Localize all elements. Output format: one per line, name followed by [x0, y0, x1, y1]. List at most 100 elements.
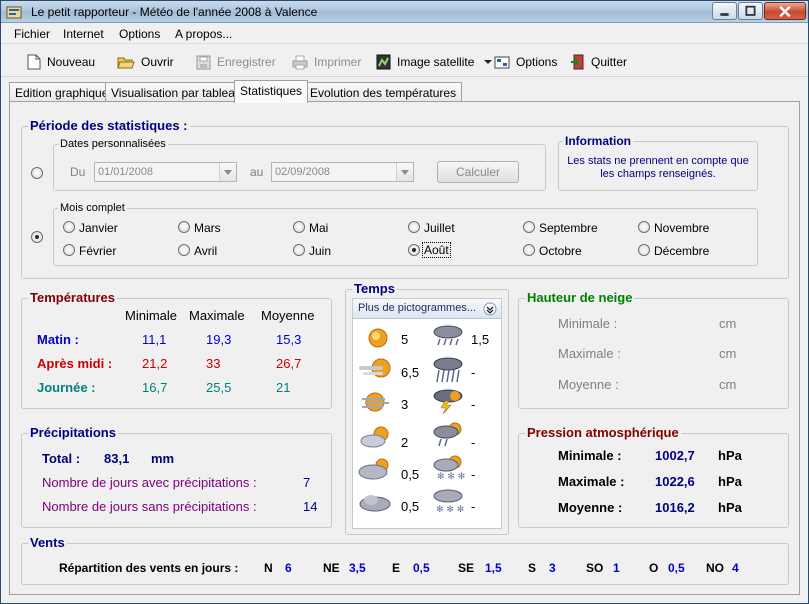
temps-value-sun-haze: 6,5: [401, 365, 420, 380]
maximize-button[interactable]: [738, 2, 763, 20]
month-label-avril: Avril: [194, 244, 218, 258]
options-label: Options: [516, 55, 558, 69]
tab-visualisation-tableau[interactable]: Visualisation par tableau: [105, 82, 248, 102]
neige-moy-unit: cm: [719, 377, 737, 392]
chevron-down-icon[interactable]: [219, 163, 236, 181]
quitter-button[interactable]: Quitter: [570, 52, 627, 72]
month-radio-fevrier[interactable]: [63, 244, 75, 256]
calculer-button[interactable]: Calculer: [437, 161, 519, 183]
menu-internet[interactable]: Internet: [63, 27, 104, 41]
rain-icon: [433, 325, 463, 346]
month-radio-janvier[interactable]: [63, 221, 75, 233]
sun-haze-icon: [359, 358, 391, 378]
sun-snow-icon: ✻ ✻ ✻: [433, 455, 465, 482]
month-label-mars: Mars: [194, 221, 221, 235]
dates-personnalisees-group: Dates personnalisées Du 01/01/2008 au 02…: [53, 138, 546, 191]
temps-value-partly-cloudy: 2: [401, 435, 409, 450]
month-radio-octobre[interactable]: [523, 244, 535, 256]
partly-cloudy-icon: [360, 426, 389, 448]
vent-dir-s: S: [528, 561, 537, 575]
du-label: Du: [70, 165, 86, 179]
tab-edition-graphique[interactable]: Edition graphique: [9, 82, 115, 102]
temp-apresmidi-moy: 26,7: [276, 356, 302, 371]
chevron-down-icon[interactable]: [483, 302, 497, 316]
minimize-icon: [720, 13, 729, 16]
precip-total-value: 83,1: [104, 451, 130, 466]
temps-value-cloudy: 0,5: [401, 499, 420, 514]
temp-matin-min: 11,1: [142, 332, 167, 347]
dropdown-arrow-icon: [484, 60, 493, 64]
nouveau-button[interactable]: Nouveau: [27, 52, 95, 72]
temp-matin-max: 19,3: [206, 332, 232, 347]
chevron-down-icon[interactable]: [396, 163, 413, 181]
month-radio-mars[interactable]: [178, 221, 190, 233]
neige-min-label: Minimale :: [558, 316, 618, 331]
dates-personnalisees-radio[interactable]: [31, 167, 43, 179]
precip-sans-value: 14: [303, 499, 318, 514]
pression-group: Pression atmosphérique Minimale : 1002,7…: [518, 425, 789, 528]
pression-moy-value: 1016,2: [655, 500, 695, 515]
pictogram-list: Plus de pictogrammes... 5 6,5 3 2 0,5 0,…: [352, 298, 502, 529]
month-label-novembre: Novembre: [654, 221, 710, 235]
information-line-1: Les stats ne prennent en compte que: [567, 155, 749, 167]
ouvrir-button[interactable]: Ouvrir: [117, 52, 174, 72]
pictogram-dropdown-label: Plus de pictogrammes...: [358, 302, 476, 314]
ouvrir-label: Ouvrir: [141, 55, 174, 69]
image-satellite-button[interactable]: Image satellite: [376, 52, 494, 72]
vents-label: Répartition des vents en jours :: [59, 561, 239, 575]
precip-avec-label: Nombre de jours avec précipitations :: [42, 475, 257, 490]
temp-header-max: Maximale: [189, 308, 245, 323]
pression-max-value: 1022,6: [655, 474, 695, 489]
mois-complet-title: Mois complet: [58, 202, 127, 214]
month-radio-juin[interactable]: [293, 244, 305, 256]
minimize-button[interactable]: [712, 2, 737, 20]
close-button[interactable]: [764, 2, 806, 20]
month-radio-avril[interactable]: [178, 244, 190, 256]
temp-row-label: Matin :: [37, 332, 79, 347]
information-title: Information: [563, 134, 633, 148]
month-label-mai: Mai: [309, 221, 329, 235]
month-radio-septembre[interactable]: [523, 221, 535, 233]
pression-max-unit: hPa: [718, 474, 742, 489]
tab-statistiques[interactable]: Statistiques: [234, 80, 309, 103]
vent-value-o: 0,5: [668, 561, 685, 575]
temperatures-group: Températures Minimale Maximale Moyenne M…: [21, 290, 332, 409]
neige-max-unit: cm: [719, 346, 737, 361]
temps-group: Temps Plus de pictogrammes... 5 6,5 3 2 …: [345, 281, 509, 535]
precip-total-label: Total :: [42, 451, 81, 466]
mois-complet-radio[interactable]: [31, 231, 43, 243]
menu-a-propos[interactable]: A propos...: [175, 27, 232, 41]
du-date-field[interactable]: 01/01/2008: [94, 162, 237, 182]
vent-value-so: 1: [613, 561, 620, 575]
storm-icon: [433, 389, 463, 415]
menu-fichier[interactable]: Fichier: [14, 27, 50, 41]
svg-text:✻ ✻ ✻: ✻ ✻ ✻: [436, 505, 464, 515]
temp-header-moy: Moyenne: [261, 308, 315, 323]
title-bar[interactable]: Le petit rapporteur - Météo de l'année 2…: [1, 1, 808, 23]
neige-max-label: Maximale :: [558, 346, 621, 361]
vent-value-n: 6: [285, 561, 292, 575]
app-window: Le petit rapporteur - Météo de l'année 2…: [0, 0, 809, 604]
vent-dir-e: E: [392, 561, 401, 575]
temps-value-snow: -: [471, 499, 476, 514]
cloudy-icon: [359, 495, 391, 512]
precipitations-title: Précipitations: [28, 425, 118, 440]
enregistrer-button[interactable]: Enregistrer: [196, 52, 276, 72]
tab-evolution-temperatures[interactable]: Evolution des températures: [304, 82, 463, 102]
imprimer-button[interactable]: Imprimer: [292, 52, 361, 72]
options-button[interactable]: Options: [494, 52, 557, 72]
satellite-image-icon: [376, 54, 391, 70]
month-radio-novembre[interactable]: [638, 221, 650, 233]
vent-value-e: 0,5: [413, 561, 430, 575]
menu-options[interactable]: Options: [119, 27, 160, 41]
au-date-field[interactable]: 02/09/2008: [271, 162, 414, 182]
month-radio-aout[interactable]: [408, 244, 420, 256]
month-radio-decembre[interactable]: [638, 244, 650, 256]
mostly-cloudy-icon: [358, 458, 389, 480]
month-radio-juillet[interactable]: [408, 221, 420, 233]
pictogram-dropdown[interactable]: Plus de pictogrammes...: [353, 299, 501, 319]
information-line-2: les champs renseignés.: [600, 168, 716, 180]
month-radio-mai[interactable]: [293, 221, 305, 233]
month-label-juillet: Juillet: [424, 221, 455, 235]
vent-value-no: 4: [732, 561, 739, 575]
